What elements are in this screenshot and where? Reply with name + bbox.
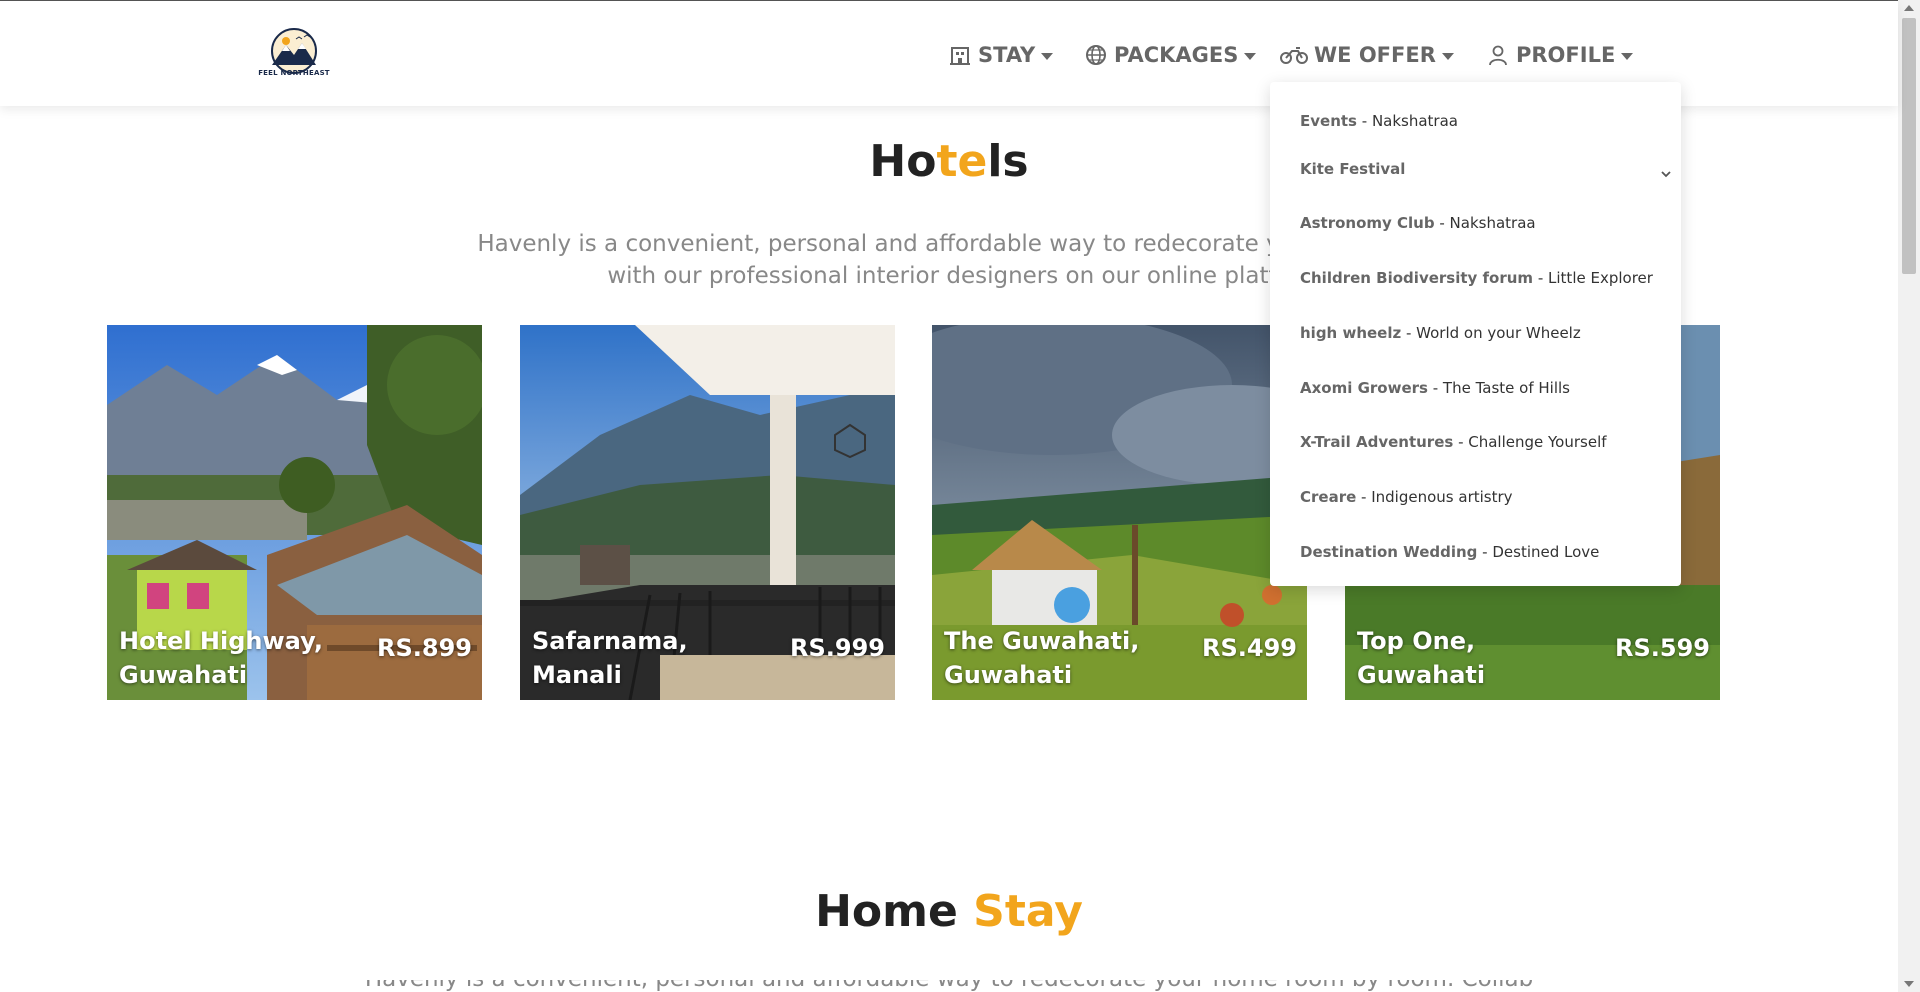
hotel-card-name: The Guwahati, Guwahati — [944, 624, 1174, 692]
dropdown-item-astronomy-club[interactable]: Astronomy Club - Nakshatraa — [1300, 214, 1536, 232]
dropdown-item-x-trail[interactable]: X-Trail Adventures - Challenge Yourself — [1300, 433, 1607, 451]
dropdown-item-separator: - — [1453, 433, 1469, 451]
caret-down-icon — [1244, 52, 1257, 60]
card-name-line: Guwahati — [1357, 661, 1486, 689]
title-accent: te — [936, 136, 988, 187]
dropdown-item-separator: - — [1401, 324, 1417, 342]
card-name-line: The Guwahati, — [944, 627, 1140, 655]
homestay-description: Havenly is a convenient, personal and af… — [330, 980, 1568, 992]
brand-logo[interactable]: FEEL NORTHEAST — [258, 27, 330, 81]
dropdown-item-separator: - — [1533, 269, 1549, 287]
dropdown-item-name: X-Trail Adventures — [1300, 433, 1454, 451]
hotel-card-price: RS.499 — [1202, 634, 1297, 662]
dropdown-item-name: Events — [1300, 112, 1357, 130]
dropdown-item-name: Astronomy Club — [1300, 214, 1435, 232]
dropdown-item-separator: - — [1434, 214, 1450, 232]
card-name-line: Top One, — [1357, 627, 1476, 655]
description-line: Havenly is a convenient, personal and af… — [330, 980, 1568, 992]
card-name-line: Guwahati — [944, 661, 1073, 689]
scrollbar-thumb[interactable] — [1902, 18, 1916, 274]
scroll-down-icon[interactable] — [1904, 981, 1914, 987]
title-part: ls — [987, 136, 1029, 187]
dropdown-item-separator: - — [1427, 379, 1443, 397]
nav-stay-label: STAY — [978, 43, 1036, 67]
title-part: Home — [815, 886, 974, 937]
dropdown-item-tag: World on your Wheelz — [1416, 324, 1581, 342]
dropdown-item-tag: The Taste of Hills — [1442, 379, 1570, 397]
dropdown-item-name: Creare — [1300, 488, 1357, 506]
dropdown-item-tag: Indigenous artistry — [1371, 488, 1513, 506]
dropdown-item-separator: - — [1477, 543, 1493, 561]
hotel-icon — [948, 43, 972, 67]
dropdown-item-tag: Challenge Yourself — [1468, 433, 1607, 451]
hotel-card[interactable]: Safarnama, Manali RS.999 — [520, 325, 895, 700]
caret-down-icon — [1441, 52, 1454, 60]
vertical-scrollbar[interactable] — [1898, 0, 1920, 992]
card-name-line: Safarnama, — [532, 627, 688, 655]
hotel-card-name: Safarnama, Manali — [532, 624, 762, 692]
title-accent: Stay — [973, 886, 1083, 937]
nav-we-offer-label: WE OFFER — [1314, 43, 1436, 67]
homestay-section-title: Home Stay — [0, 886, 1898, 937]
nav-packages[interactable]: PACKAGES — [1084, 37, 1257, 73]
dropdown-item-name: high wheelz — [1300, 324, 1402, 342]
caret-down-icon — [1041, 52, 1054, 60]
dropdown-item-name: Children Biodiversity forum — [1300, 269, 1534, 287]
dropdown-item-tag: Little Explorer — [1548, 269, 1653, 287]
dropdown-item-high-wheelz[interactable]: high wheelz - World on your Wheelz — [1300, 324, 1581, 342]
hotel-card-name: Top One, Guwahati — [1357, 624, 1587, 692]
hotel-card[interactable]: Hotel Highway, Guwahati RS.899 — [107, 325, 482, 700]
we-offer-dropdown: Events - Nakshatraa Kite Festival Astron… — [1270, 82, 1681, 586]
dropdown-item-tag: Destined Love — [1492, 543, 1600, 561]
dropdown-item-name: Axomi Growers — [1300, 379, 1428, 397]
logo-text: FEEL NORTHEAST — [258, 69, 330, 77]
dropdown-item-separator: - — [1356, 488, 1372, 506]
card-name-line: Manali — [532, 661, 622, 689]
nav-stay[interactable]: STAY — [948, 37, 1054, 73]
hotel-card-price: RS.599 — [1615, 634, 1710, 662]
dropdown-item-creare[interactable]: Creare - Indigenous artistry — [1300, 488, 1513, 506]
dropdown-item-children-biodiversity[interactable]: Children Biodiversity forum - Little Exp… — [1300, 269, 1653, 287]
user-icon — [1486, 43, 1510, 67]
caret-down-icon — [1621, 52, 1634, 60]
hotel-card-price: RS.999 — [790, 634, 885, 662]
hotel-card-name: Hotel Highway, Guwahati — [119, 624, 349, 692]
nav-profile[interactable]: PROFILE — [1486, 37, 1634, 73]
card-name-line: Guwahati — [119, 661, 248, 689]
hotel-card-price: RS.899 — [377, 634, 472, 662]
dropdown-item-kite-festival[interactable]: Kite Festival — [1300, 160, 1680, 178]
nav-packages-label: PACKAGES — [1114, 43, 1239, 67]
dropdown-item-tag: Nakshatraa — [1449, 214, 1536, 232]
dropdown-item-name: Kite Festival — [1300, 160, 1406, 178]
nav-we-offer[interactable]: WE OFFER — [1280, 37, 1454, 73]
dropdown-item-destination-wedding[interactable]: Destination Wedding - Destined Love — [1300, 543, 1599, 561]
dropdown-item-axomi-growers[interactable]: Axomi Growers - The Taste of Hills — [1300, 379, 1570, 397]
chevron-down-icon — [1660, 166, 1672, 178]
hotel-card[interactable]: The Guwahati, Guwahati RS.499 — [932, 325, 1307, 700]
dropdown-item-separator: - — [1356, 112, 1372, 130]
dropdown-item-name: Destination Wedding — [1300, 543, 1478, 561]
nav-profile-label: PROFILE — [1516, 43, 1616, 67]
motorbike-icon — [1280, 43, 1308, 67]
card-name-line: Hotel Highway, — [119, 627, 324, 655]
title-part: Ho — [869, 136, 937, 187]
dropdown-item-events[interactable]: Events - Nakshatraa — [1300, 112, 1458, 130]
globe-icon — [1084, 43, 1108, 67]
scroll-up-icon[interactable] — [1904, 5, 1914, 11]
dropdown-item-tag: Nakshatraa — [1371, 112, 1458, 130]
